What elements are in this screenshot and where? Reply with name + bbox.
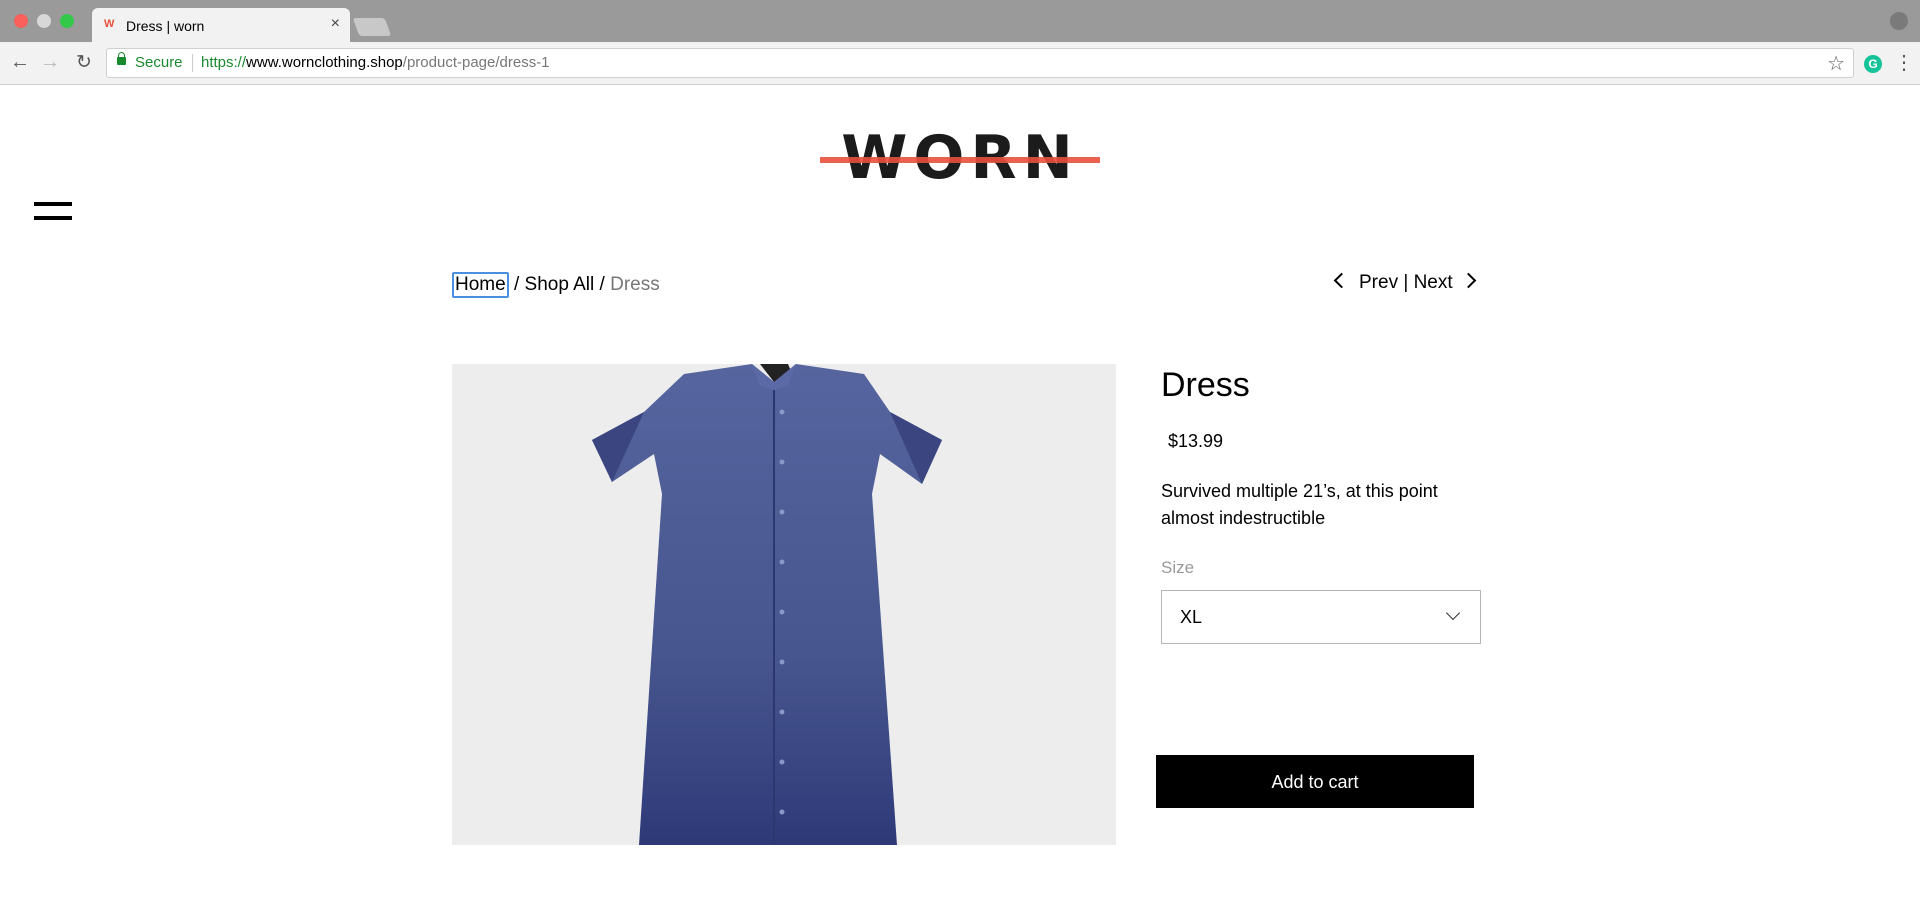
lock-icon — [117, 52, 126, 65]
omnibox-divider — [192, 54, 193, 72]
product-price: $13.99 — [1168, 431, 1224, 451]
size-selected-value: XL — [1180, 607, 1203, 627]
browser-titlebar: W Dress | worn × — [0, 0, 1920, 42]
add-to-cart-button[interactable]: Add to cart — [1156, 755, 1474, 808]
tab-title: Dress | worn — [126, 18, 205, 34]
url-protocol: https:// — [201, 54, 247, 71]
breadcrumb: Home / Shop All / Dress — [452, 272, 660, 298]
product-title: Dress — [1161, 366, 1250, 404]
logo-strike-line — [820, 157, 1100, 163]
dress-illustration — [592, 364, 942, 845]
bookmark-star-icon[interactable]: ☆ — [1827, 51, 1845, 76]
product-description: Survived multiple 21’s, at this point al… — [1161, 481, 1438, 528]
size-select[interactable]: XL — [1161, 590, 1481, 644]
worn-favicon-icon: W — [104, 18, 114, 30]
next-link[interactable]: Next — [1414, 272, 1453, 293]
reload-icon[interactable]: ↻ — [76, 51, 92, 74]
url-path: /product-page/dress-1 — [402, 54, 550, 71]
breadcrumb-shop-all-link[interactable]: Shop All — [525, 274, 595, 295]
address-bar[interactable]: Secure https://www.wornclothing.shop/pro… — [106, 48, 1854, 78]
browser-tab[interactable]: W Dress | worn × — [92, 8, 350, 42]
maximize-window-button[interactable] — [60, 14, 74, 28]
back-arrow-icon[interactable]: ← — [10, 51, 30, 74]
site-logo[interactable]: WORN — [820, 128, 1100, 188]
chevron-left-icon[interactable] — [1333, 273, 1350, 289]
minimize-window-button[interactable] — [37, 14, 51, 28]
browser-menu-icon[interactable]: ⋮ — [1894, 50, 1914, 75]
chevron-down-icon — [1445, 605, 1461, 621]
breadcrumb-home-link[interactable]: Home — [452, 272, 509, 298]
secure-label: Secure — [135, 54, 183, 71]
forward-arrow-icon[interactable]: → — [40, 51, 60, 74]
browser-toolbar: ← → ↻ Secure https://www.wornclothing.sh… — [0, 42, 1920, 85]
prev-link[interactable]: Prev — [1359, 272, 1398, 293]
product-pager: Prev | Next — [1333, 272, 1476, 294]
breadcrumb-current: Dress — [610, 274, 660, 295]
breadcrumb-separator: / — [594, 274, 611, 295]
product-image[interactable] — [452, 364, 1116, 845]
breadcrumb-separator: / — [508, 274, 525, 295]
grammarly-extension-icon[interactable]: G — [1864, 55, 1882, 73]
profile-icon[interactable] — [1890, 12, 1908, 30]
chevron-right-icon[interactable] — [1460, 273, 1476, 289]
url-text[interactable]: https://www.wornclothing.shop/product-pa… — [201, 54, 550, 71]
pager-separator: | — [1398, 272, 1414, 293]
new-tab-button[interactable] — [352, 18, 392, 36]
close-window-button[interactable] — [14, 14, 28, 28]
hamburger-menu-icon[interactable] — [34, 200, 72, 224]
close-tab-icon[interactable]: × — [331, 15, 340, 33]
size-label: Size — [1161, 558, 1195, 577]
url-host: www.wornclothing.shop — [246, 54, 403, 71]
